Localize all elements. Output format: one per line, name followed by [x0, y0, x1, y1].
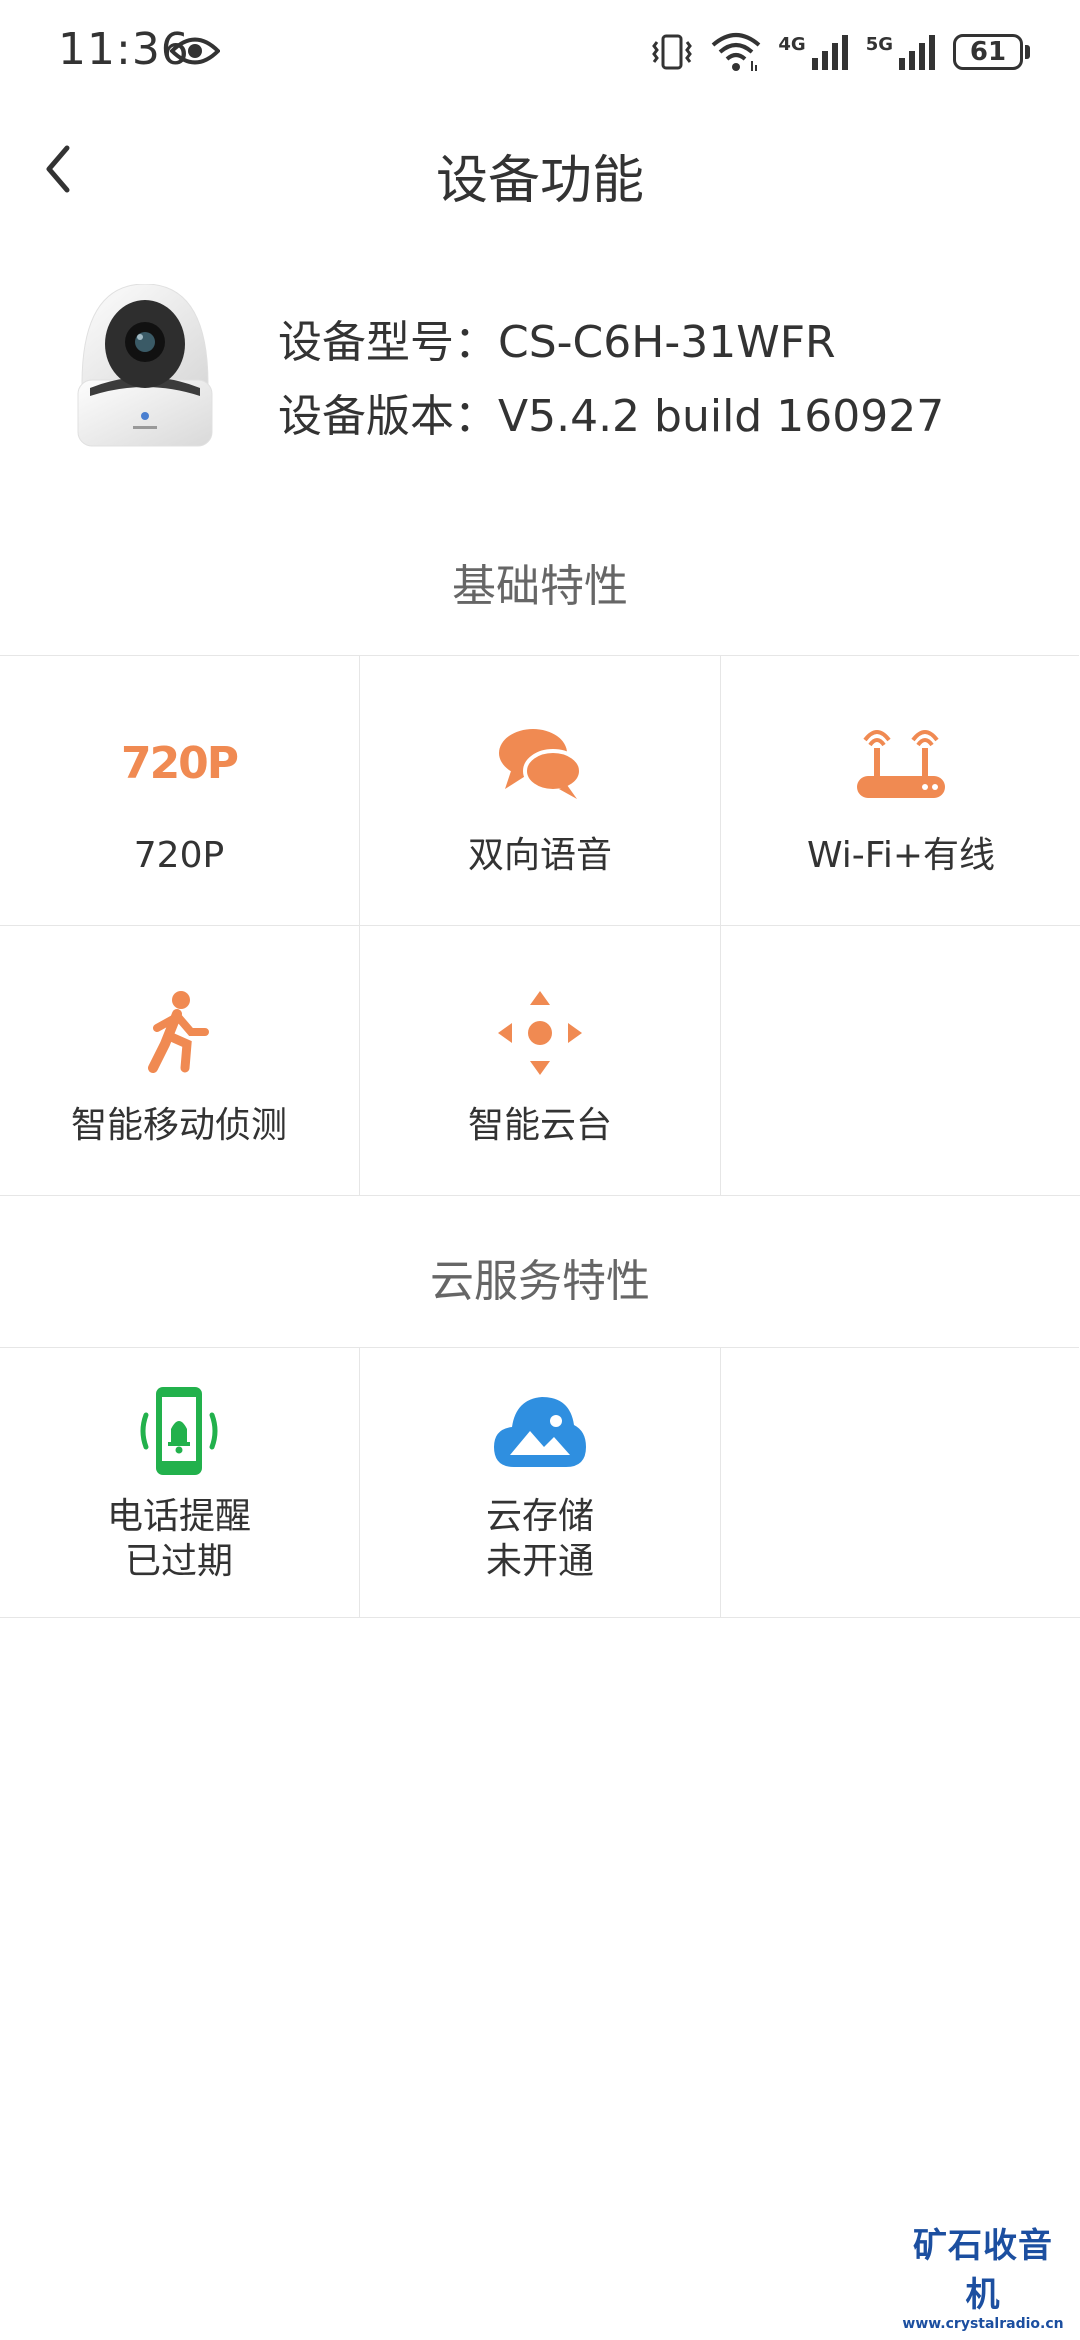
feature-two-way-audio[interactable]: 双向语音 — [360, 656, 721, 926]
feature-empty-cell — [721, 1348, 1080, 1618]
signal-5g: 5G — [866, 34, 937, 70]
ptz-arrows-icon — [490, 988, 590, 1078]
feature-label: 电话提醒 — [106, 1496, 251, 1537]
feature-cloud-storage[interactable]: 云存储 未开通 — [360, 1348, 721, 1618]
phone-bell-icon — [129, 1386, 229, 1476]
status-icons: 4G 5G 61 — [650, 30, 1030, 74]
feature-label: 720P — [133, 835, 225, 876]
cloud-storage-icon — [490, 1386, 590, 1476]
eye-icon — [170, 37, 220, 65]
watermark-text: 矿石收音机 — [913, 2226, 1053, 2315]
feature-status: 未开通 — [485, 1541, 594, 1582]
battery-tip — [1025, 45, 1030, 59]
top-bar: 设备功能 — [0, 110, 1080, 230]
model-label: 设备型号： — [278, 317, 498, 368]
device-model: 设备型号：CS-C6H-31WFR — [278, 306, 836, 370]
feature-motion-detection[interactable]: 智能移动侦测 — [0, 926, 360, 1196]
status-bar: 11:36 4G 5G 61 — [0, 0, 1080, 110]
section-title-basic: 基础特性 — [452, 561, 628, 612]
chat-bubbles-icon — [490, 718, 590, 808]
feature-empty-cell — [721, 926, 1080, 1196]
watermark-logo: 矿石收音机 www.crystalradio.cn — [898, 2218, 1068, 2332]
cloud-features-grid: 电话提醒 已过期 云存储 未开通 — [0, 1347, 1080, 1618]
version-value: V5.4.2 build 160927 — [498, 391, 945, 442]
page-title: 设备功能 — [435, 151, 644, 211]
running-person-icon — [129, 988, 229, 1078]
section-title-cloud: 云服务特性 — [430, 1256, 650, 1307]
signal-4g: 4G — [778, 34, 849, 70]
feature-wifi-wired[interactable]: Wi-Fi+有线 — [721, 656, 1080, 926]
feature-ptz[interactable]: 智能云台 — [360, 926, 721, 1196]
battery-indicator: 61 — [953, 34, 1030, 70]
router-icon — [851, 718, 951, 808]
feature-label: 双向语音 — [467, 835, 612, 876]
wifi-icon — [712, 33, 761, 71]
device-version: 设备版本：V5.4.2 build 160927 — [278, 380, 944, 444]
battery-level: 61 — [953, 34, 1023, 70]
net-type-4g: 4G — [778, 34, 806, 55]
model-value: CS-C6H-31WFR — [498, 317, 836, 368]
basic-features-grid: 720P 720P 双向语音 Wi-Fi+有线 智能移动侦测 智能云台 — [0, 655, 1080, 1196]
720p-icon: 720P — [120, 737, 239, 789]
device-info: 设备型号：CS-C6H-31WFR 设备版本：V5.4.2 build 1609… — [0, 270, 1080, 470]
feature-720p[interactable]: 720P 720P — [0, 656, 360, 926]
feature-phone-alert[interactable]: 电话提醒 已过期 — [0, 1348, 360, 1618]
camera-image — [77, 284, 213, 447]
signal-bars-icon — [899, 35, 935, 70]
feature-status: 已过期 — [124, 1541, 233, 1582]
vibrate-icon — [652, 34, 693, 70]
net-type-5g: 5G — [865, 34, 893, 55]
feature-label: Wi-Fi+有线 — [806, 835, 996, 876]
feature-label: 智能移动侦测 — [70, 1105, 287, 1146]
version-label: 设备版本： — [278, 391, 498, 442]
signal-bars-icon — [811, 35, 848, 70]
feature-label: 智能云台 — [467, 1105, 612, 1146]
feature-label: 云存储 — [485, 1496, 594, 1537]
watermark-url: www.crystalradio.cn — [902, 2316, 1064, 2332]
